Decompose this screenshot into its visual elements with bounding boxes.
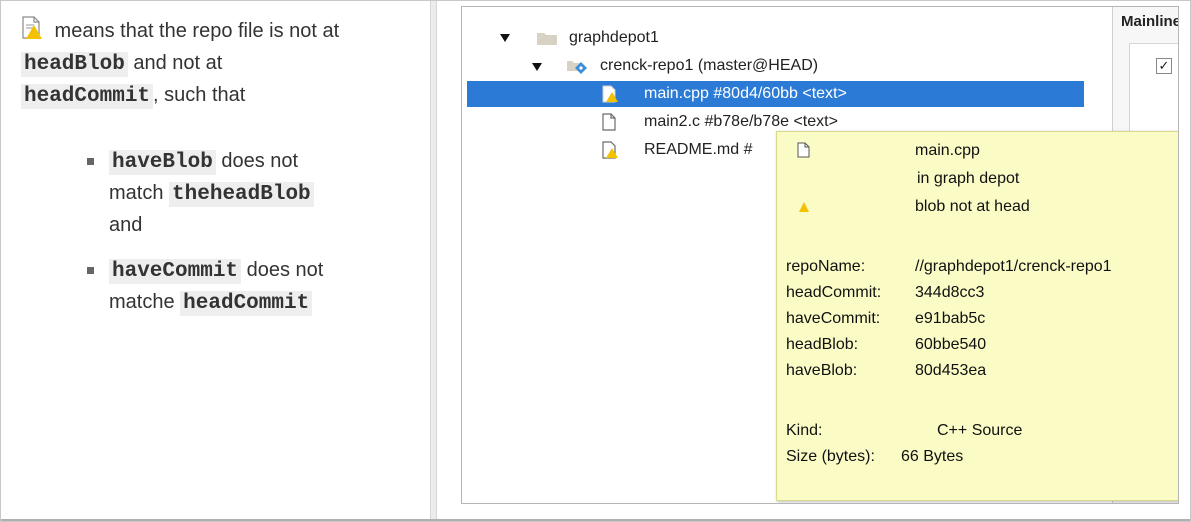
bullet-line: match theheadBlob — [109, 177, 409, 209]
kind-key: Kind: — [786, 422, 823, 439]
bullet-text: does not — [241, 259, 324, 281]
tooltip-status: blob not at head — [915, 198, 1030, 215]
bullet-text: matche — [109, 291, 181, 313]
doc-table: means that the repo file is not at headB… — [0, 0, 1191, 522]
para-line-1: means that the repo file is not at — [21, 15, 421, 47]
mainline-header: Mainline — [1121, 13, 1179, 30]
field-value: 80d453ea — [915, 362, 987, 379]
field-key: repoName: — [786, 258, 866, 275]
tooltip-location: in graph depot — [917, 170, 1020, 187]
tree-item-file[interactable]: main.cpp #80d4/60bb <text> — [644, 81, 847, 107]
para-text: and not at — [127, 52, 223, 74]
file-info-tooltip: main.cpp in graph depot blob not at head… — [776, 131, 1178, 501]
repo-icon — [566, 57, 588, 80]
tree-item-file[interactable]: README.md # — [644, 137, 752, 163]
bullet-marker — [87, 158, 94, 165]
tooltip-file-name: main.cpp — [915, 142, 980, 159]
tree-item-repo[interactable]: crenck-repo1 (master@HEAD) — [600, 53, 818, 79]
bullet-marker — [87, 267, 94, 274]
condition-list: haveBlob does not match theheadBlob and … — [87, 145, 409, 318]
list-item: haveCommit does not matche headCommit — [87, 254, 409, 318]
code-have-blob: haveBlob — [109, 150, 216, 175]
kind-value: C++ Source — [937, 422, 1023, 439]
explanation-paragraph: means that the repo file is not at headB… — [21, 15, 421, 111]
expand-arrow-icon[interactable] — [500, 34, 510, 42]
file-icon — [602, 113, 618, 136]
field-value: 344d8cc3 — [915, 284, 985, 301]
column-divider — [430, 1, 437, 521]
file-warning-icon — [21, 16, 43, 40]
code-head-commit: headCommit — [180, 291, 313, 316]
field-value: 60bbe540 — [915, 336, 987, 353]
mainline-cell: ✓ — [1129, 43, 1178, 145]
code-the-head-blob: theheadBlob — [169, 182, 314, 207]
file-icon — [797, 142, 810, 163]
size-value: 66 Bytes — [901, 448, 964, 465]
bullet-text: and — [109, 214, 143, 236]
bullet-line: haveCommit does not — [109, 254, 409, 286]
field-value: e91bab5c — [915, 310, 986, 327]
code-head-commit: headCommit — [21, 84, 154, 109]
explanation-cell: means that the repo file is not at headB… — [1, 1, 430, 521]
para-line-3: headCommit, such that — [21, 79, 421, 111]
table-bottom-border — [1, 519, 1190, 521]
tree-item-root[interactable]: graphdepot1 — [569, 25, 659, 51]
file-warning-icon — [602, 141, 618, 164]
field-key: headCommit: — [786, 284, 882, 301]
field-key: headBlob: — [786, 336, 859, 353]
field-key: haveCommit: — [786, 310, 881, 327]
file-warning-icon — [602, 85, 618, 108]
folder-icon — [537, 31, 557, 50]
bullet-line: and — [109, 209, 409, 241]
code-have-commit: haveCommit — [109, 259, 242, 284]
check-icon[interactable]: ✓ — [1156, 58, 1172, 74]
screenshot-cell: graphdepot1 crenck-repo1 (master@HEAD) m… — [437, 1, 1190, 521]
para-text: means that the repo file is not at — [49, 20, 340, 42]
expand-arrow-icon[interactable] — [532, 63, 542, 71]
code-head-blob: headBlob — [21, 52, 128, 77]
bullet-line: haveBlob does not — [109, 145, 409, 177]
field-key: haveBlob: — [786, 362, 858, 379]
warning-icon — [799, 199, 809, 217]
para-line-2: headBlob and not at — [21, 47, 421, 79]
list-item: haveBlob does not match theheadBlob and — [87, 145, 409, 241]
bullet-text: does not — [215, 150, 299, 172]
depot-tree-screenshot: graphdepot1 crenck-repo1 (master@HEAD) m… — [461, 6, 1179, 504]
size-key: Size (bytes): — [786, 448, 875, 465]
para-text: , such that — [153, 84, 246, 106]
bullet-text: match — [109, 182, 170, 204]
field-value: //graphdepot1/crenck-repo1 — [915, 258, 1112, 275]
bullet-line: matche headCommit — [109, 286, 409, 318]
